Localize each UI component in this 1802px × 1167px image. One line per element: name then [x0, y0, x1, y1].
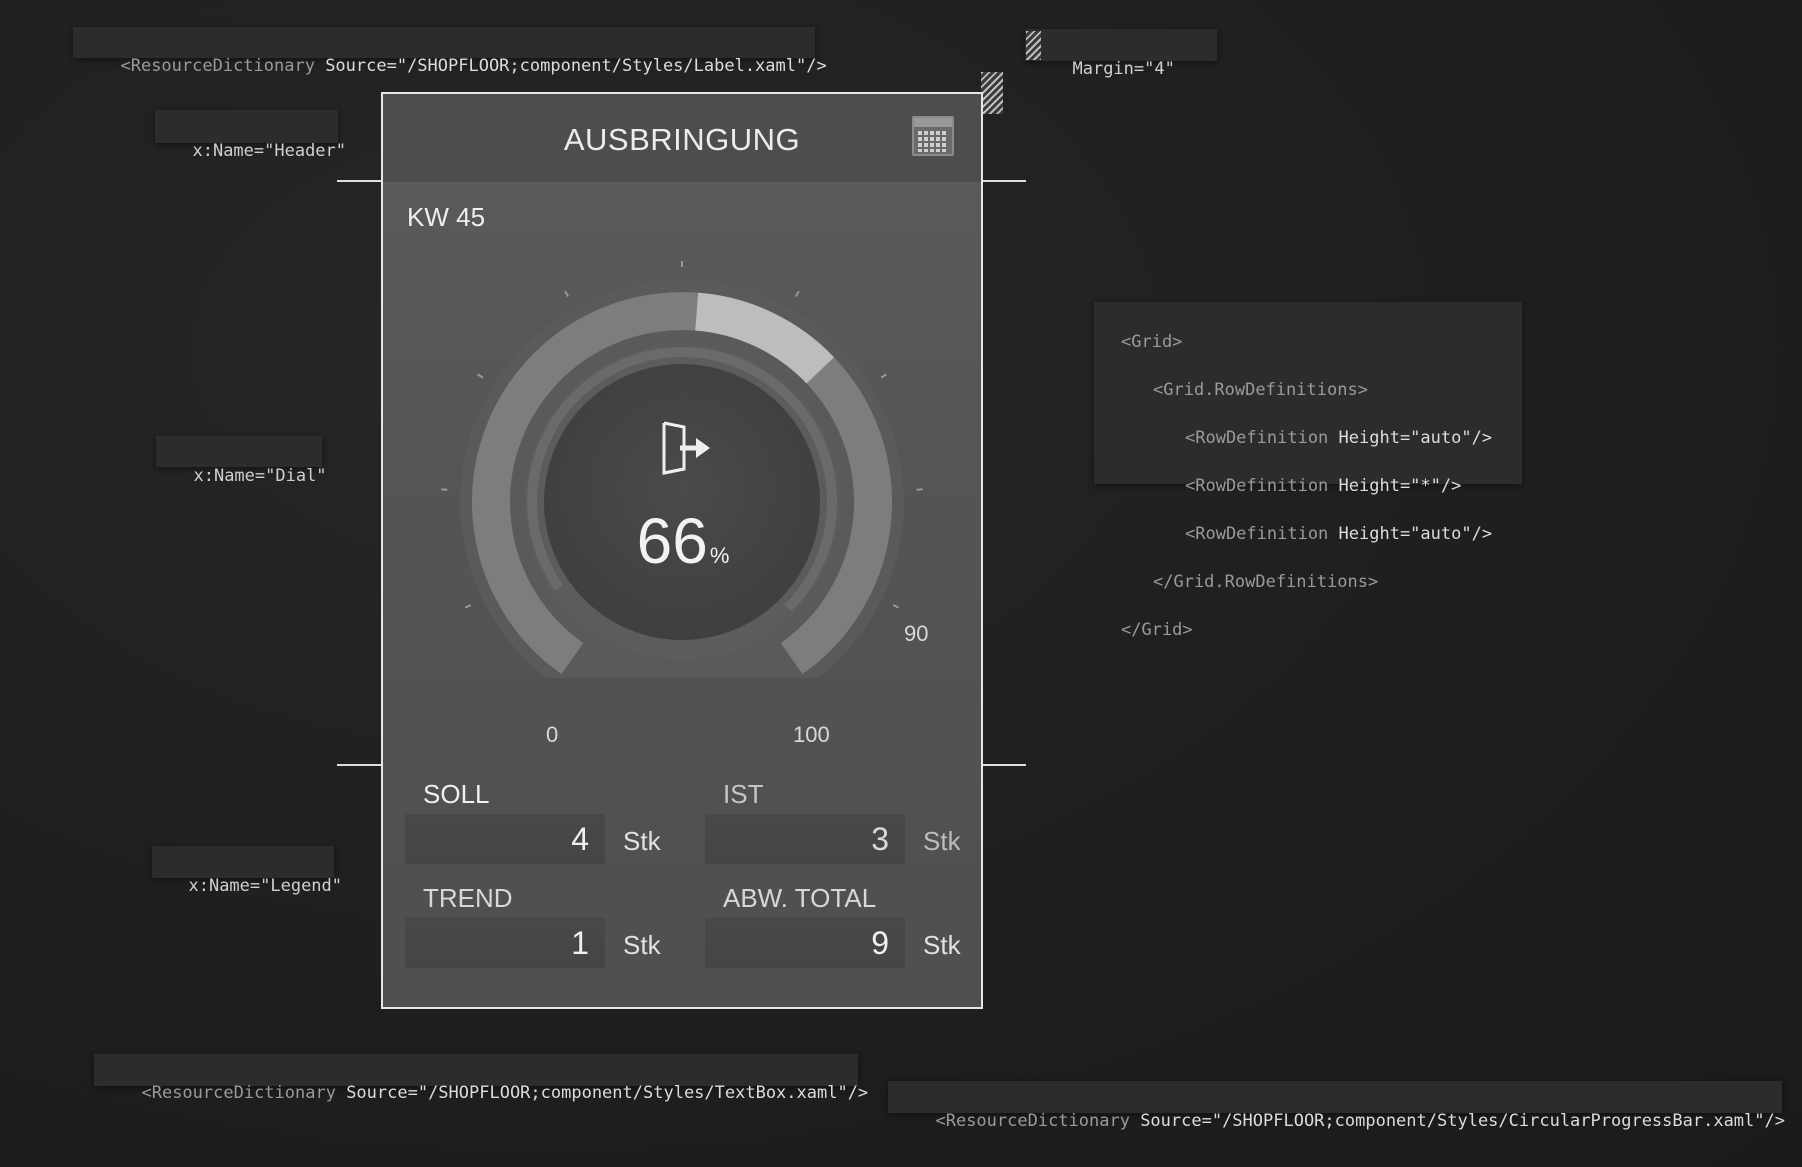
margin-hatch-indicator: [981, 72, 1003, 114]
abw-total-value-field[interactable]: 9: [705, 918, 905, 968]
code-line-rowdefs-close: </Grid.RowDefinitions>: [1153, 572, 1379, 592]
card-header: AUSBRINGUNG: [383, 94, 981, 182]
trend-label: TREND: [423, 883, 513, 913]
dial-name-note: x:Name="Dial": [156, 436, 327, 486]
exit-door-icon: [662, 421, 710, 475]
label-resource-note: <ResourceDictionary Source="/SHOPFLOOR;c…: [73, 27, 827, 76]
code-line-grid-close: </Grid>: [1121, 620, 1193, 640]
dial-tick: [880, 373, 887, 379]
code-line-rowdef-3: <RowDefinition Height="auto"/>: [1185, 524, 1493, 544]
ist-value-field[interactable]: 3: [705, 814, 905, 864]
calendar-icon-topbar: [914, 118, 952, 127]
code-line-grid-open: <Grid>: [1121, 332, 1183, 352]
abw-total-unit: Stk: [923, 930, 961, 960]
dial-scale-start: 0: [546, 722, 559, 747]
code-line-rowdef-2: <RowDefinition Height="*"/>: [1185, 476, 1462, 496]
dial-scale-marker: 90: [904, 621, 929, 646]
dial-scale-end: 100: [793, 722, 830, 747]
dial-percent-unit: %: [709, 543, 730, 568]
dial-percent-value: 66%: [583, 504, 783, 578]
dial-tick: [892, 604, 900, 609]
calendar-icon[interactable]: [912, 116, 954, 156]
abw-total-label: ABW. TOTAL: [723, 883, 877, 913]
dial-tick: [464, 604, 472, 609]
legend-name-note: x:Name="Legend": [152, 846, 342, 896]
trend-value-field[interactable]: 1: [405, 918, 605, 968]
progress-resource-note: <ResourceDictionary Source="/SHOPFLOOR;c…: [888, 1081, 1785, 1131]
dial-tick: [795, 290, 800, 297]
code-line-rowdef-1: <RowDefinition Height="auto"/>: [1185, 428, 1493, 448]
trend-unit: Stk: [623, 930, 661, 960]
header-name-note: x:Name="Header": [155, 110, 346, 161]
soll-value-field[interactable]: 4: [405, 814, 605, 864]
ist-label: IST: [723, 779, 764, 809]
dial-inner-face: [544, 364, 820, 640]
dial-tick: [564, 290, 569, 297]
margin-note: Margin="4": [1025, 29, 1217, 79]
card-title: AUSBRINGUNG: [563, 122, 801, 157]
dial-tick: [477, 373, 484, 379]
calendar-icon-grid: [918, 131, 948, 152]
dial-percent-number: 66: [636, 505, 708, 577]
soll-label: SOLL: [423, 779, 490, 809]
textbox-resource-note: <ResourceDictionary Source="/SHOPFLOOR;c…: [94, 1054, 868, 1103]
grid-code-note: <Grid> <Grid.RowDefinitions> <RowDefinit…: [1094, 302, 1522, 640]
soll-unit: Stk: [623, 826, 661, 856]
code-line-rowdefs-open: <Grid.RowDefinitions>: [1153, 380, 1368, 400]
ausbringung-card: AUSBRINGUNG KW 45 66% 0 100 90 SOLL 4 St…: [381, 92, 983, 1009]
margin-hatch-swatch: [1026, 31, 1041, 60]
ist-unit: Stk: [923, 826, 961, 856]
